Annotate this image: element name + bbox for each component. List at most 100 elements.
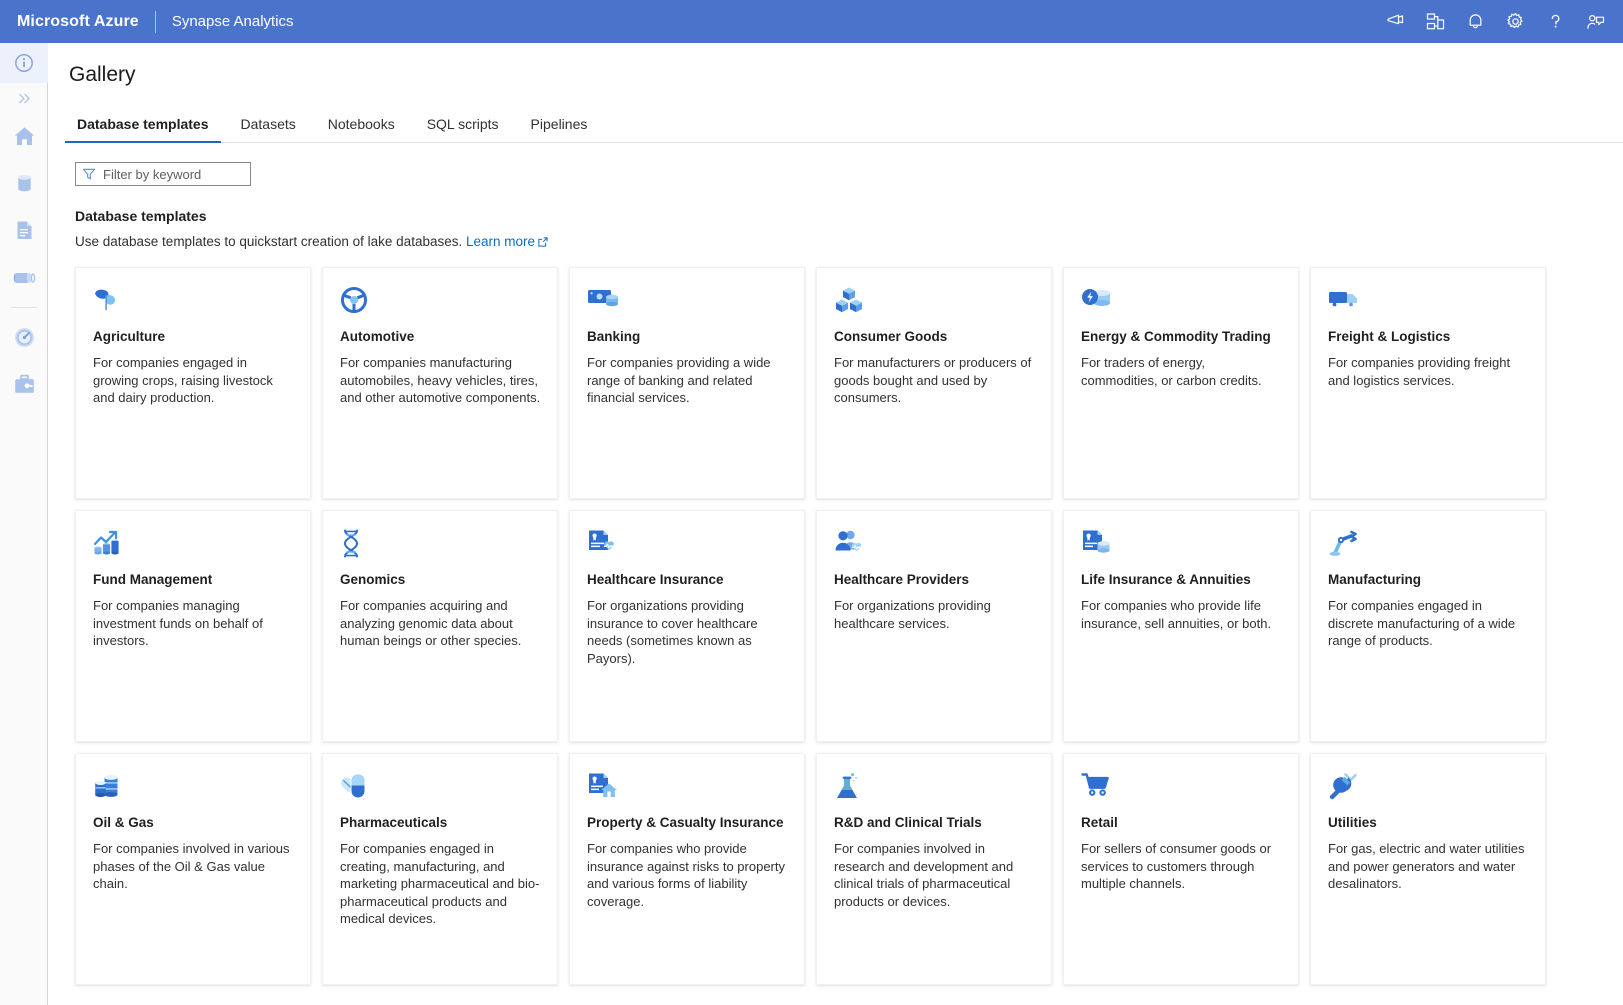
page-title: Gallery <box>69 63 136 86</box>
card-description: For companies engaged in discrete manufa… <box>1328 598 1516 649</box>
card-title: Property & Casualty Insurance <box>587 815 784 830</box>
tab-pipelines[interactable]: Pipelines <box>519 116 600 142</box>
card-title: Consumer Goods <box>834 329 948 344</box>
card-title: Freight & Logistics <box>1328 329 1451 344</box>
id-card-heartbeat-icon <box>587 529 627 563</box>
tab-database-templates[interactable]: Database templates <box>65 116 221 143</box>
learn-more-link[interactable]: Learn more <box>466 234 535 249</box>
rail-divider <box>10 307 37 308</box>
tab-sql-scripts[interactable]: SQL scripts <box>415 116 511 142</box>
delivery-truck-icon <box>1328 286 1368 320</box>
card-title: Agriculture <box>93 329 166 344</box>
product-name[interactable]: Synapse Analytics <box>172 13 294 30</box>
brand-divider <box>154 10 156 33</box>
filter-funnel-icon <box>82 168 96 180</box>
section-title: Database templates <box>75 208 207 224</box>
azure-top-bar: Microsoft Azure Synapse Analytics <box>0 0 1623 43</box>
section-description-text: Use database templates to quickstart cre… <box>75 234 463 249</box>
card-title: Energy & Commodity Trading <box>1081 329 1271 344</box>
template-card-freight-logistics[interactable]: Freight & Logistics For companies provid… <box>1310 267 1546 499</box>
template-card-banking[interactable]: Banking For companies providing a wide r… <box>569 267 805 499</box>
chevron-double-right-icon <box>18 93 30 103</box>
template-card-property-casualty-insurance[interactable]: Property & Casualty Insurance For compan… <box>569 753 805 985</box>
template-card-healthcare-providers[interactable]: Healthcare Providers For organizations p… <box>816 510 1052 742</box>
card-title: Healthcare Providers <box>834 572 970 587</box>
filter-by-keyword-box[interactable] <box>75 162 251 186</box>
template-card-automotive[interactable]: Automotive For companies manufacturing a… <box>322 267 558 499</box>
settings-gear-icon[interactable] <box>1495 0 1535 43</box>
steering-wheel-icon <box>340 286 380 320</box>
card-title: Utilities <box>1328 815 1377 830</box>
tab-datasets[interactable]: Datasets <box>229 116 308 142</box>
card-title: Manufacturing <box>1328 572 1421 587</box>
notifications-bell-icon[interactable] <box>1455 0 1495 43</box>
flask-icon <box>834 772 874 806</box>
card-description: For gas, electric and water utilities an… <box>1328 841 1525 892</box>
card-description: For companies who provide insurance agai… <box>587 841 785 909</box>
card-description: For manufacturers or producers of goods … <box>834 355 1032 406</box>
template-card-fund-management[interactable]: Fund Management For companies managing i… <box>75 510 311 742</box>
card-title: Banking <box>587 329 641 344</box>
develop-document-icon <box>17 221 31 239</box>
sidebar-item-develop[interactable] <box>0 207 48 254</box>
dna-helix-icon <box>340 529 380 563</box>
id-card-coins-icon <box>1081 529 1121 563</box>
card-title: Pharmaceuticals <box>340 815 448 830</box>
card-description: For organizations providing healthcare s… <box>834 598 991 631</box>
filter-input[interactable] <box>103 166 243 182</box>
sidebar-item-manage[interactable] <box>0 361 48 408</box>
sidebar-item-integrate[interactable] <box>0 254 48 301</box>
section-description: Use database templates to quickstart cre… <box>75 234 1623 250</box>
data-cylinder-icon <box>17 175 31 192</box>
card-description: For organizations providing insurance to… <box>587 598 758 666</box>
energy-bolt-coins-icon <box>1081 286 1121 320</box>
sidebar-expand-button[interactable] <box>0 83 48 113</box>
sidebar-item-home[interactable] <box>0 113 48 160</box>
feedback-person-icon[interactable] <box>1575 0 1615 43</box>
template-card-oil-gas[interactable]: Oil & Gas For companies involved in vari… <box>75 753 311 985</box>
card-description: For traders of energy, commodities, or c… <box>1081 355 1262 388</box>
id-card-house-icon <box>587 772 627 806</box>
pill-capsule-icon <box>340 772 380 806</box>
azure-brand[interactable]: Microsoft Azure <box>17 13 139 31</box>
external-link-icon <box>538 235 548 250</box>
card-title: Genomics <box>340 572 406 587</box>
card-description: For companies involved in research and d… <box>834 841 1014 909</box>
cash-money-icon <box>587 286 627 320</box>
template-card-genomics[interactable]: Genomics For companies acquiring and ana… <box>322 510 558 742</box>
sidebar-item-info[interactable] <box>0 43 48 83</box>
tab-notebooks[interactable]: Notebooks <box>316 116 407 142</box>
card-description: For companies who provide life insurance… <box>1081 598 1272 631</box>
monitor-gauge-icon <box>14 328 34 347</box>
announcements-icon[interactable] <box>1375 0 1415 43</box>
card-description: For companies engaged in growing crops, … <box>93 355 273 406</box>
info-icon <box>15 54 33 72</box>
help-question-icon[interactable] <box>1535 0 1575 43</box>
sidebar-item-data[interactable] <box>0 160 48 207</box>
template-card-healthcare-insurance[interactable]: Healthcare Insurance For organizations p… <box>569 510 805 742</box>
template-card-consumer-goods[interactable]: Consumer Goods For manufacturers or prod… <box>816 267 1052 499</box>
template-card-pharmaceuticals[interactable]: Pharmaceuticals For companies engaged in… <box>322 753 558 985</box>
power-plug-icon <box>1328 772 1368 806</box>
boxes-stack-icon <box>834 286 874 320</box>
card-description: For companies providing a wide range of … <box>587 355 771 406</box>
template-card-manufacturing[interactable]: Manufacturing For companies engaged in d… <box>1310 510 1546 742</box>
template-card-energy-commodity-trading[interactable]: Energy & Commodity Trading For traders o… <box>1063 267 1299 499</box>
template-card-life-insurance-annuities[interactable]: Life Insurance & Annuities For companies… <box>1063 510 1299 742</box>
card-description: For companies providing freight and logi… <box>1328 355 1511 388</box>
robot-arm-icon <box>1328 529 1368 563</box>
workspaces-icon[interactable] <box>1415 0 1455 43</box>
growth-chart-coins-icon <box>93 529 133 563</box>
template-card-rd-clinical-trials[interactable]: R&D and Clinical Trials For companies in… <box>816 753 1052 985</box>
template-card-retail[interactable]: Retail For sellers of consumer goods or … <box>1063 753 1299 985</box>
template-card-agriculture[interactable]: Agriculture For companies engaged in gro… <box>75 267 311 499</box>
topbar-actions <box>1375 0 1623 43</box>
card-title: Fund Management <box>93 572 213 587</box>
template-card-utilities[interactable]: Utilities For gas, electric and water ut… <box>1310 753 1546 985</box>
shopping-cart-icon <box>1081 772 1121 806</box>
manage-toolbox-icon <box>14 374 34 393</box>
card-title: Retail <box>1081 815 1118 830</box>
left-nav-rail <box>0 43 48 1005</box>
sidebar-item-monitor[interactable] <box>0 314 48 361</box>
card-description: For companies involved in various phases… <box>93 841 290 892</box>
